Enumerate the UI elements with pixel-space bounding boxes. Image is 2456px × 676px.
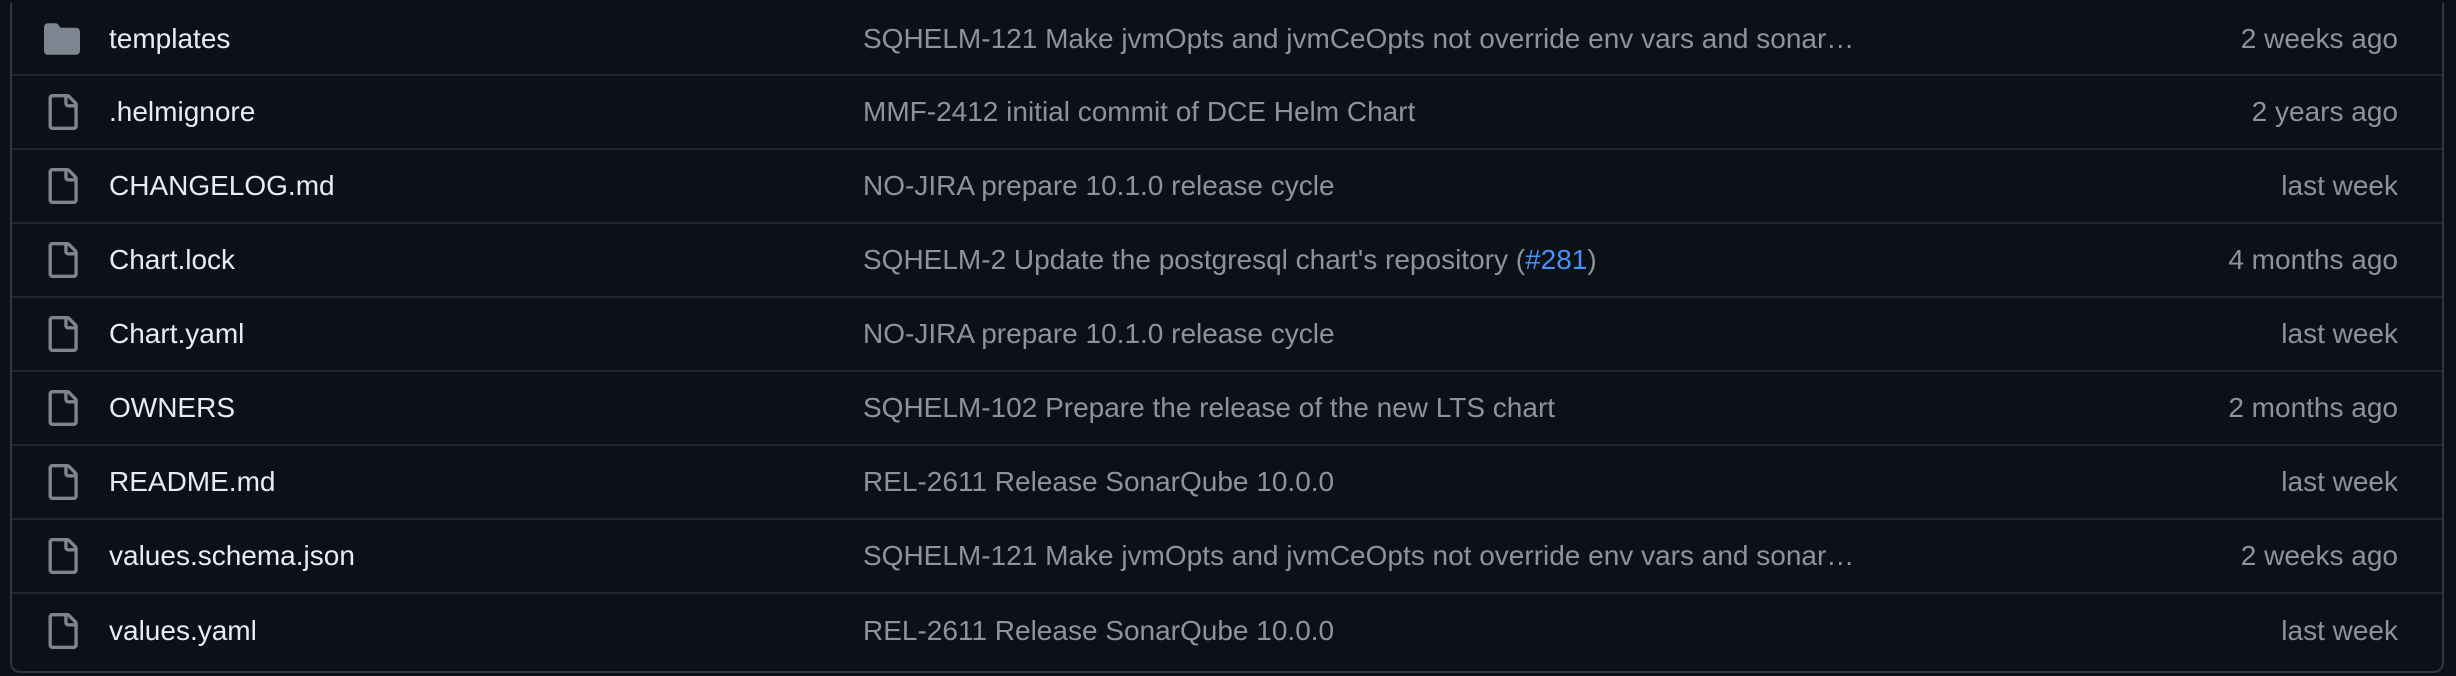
file-list: templates SQHELM-121 Make jvmOpts and jv… <box>10 3 2444 673</box>
file-row-changelog[interactable]: CHANGELOG.md NO-JIRA prepare 10.1.0 rele… <box>12 150 2442 224</box>
commit-age: last week <box>2281 318 2398 349</box>
file-row-chart-lock[interactable]: Chart.lock SQHELM-2 Update the postgresq… <box>12 224 2442 298</box>
file-row-helmignore[interactable]: .helmignore MMF-2412 initial commit of D… <box>12 76 2442 150</box>
commit-age: 4 months ago <box>2228 244 2398 275</box>
commit-message[interactable]: SQHELM-102 Prepare the release of the ne… <box>863 392 1555 424</box>
file-icon <box>48 242 78 278</box>
commit-message[interactable]: MMF-2412 initial commit of DCE Helm Char… <box>863 96 1415 128</box>
file-name[interactable]: CHANGELOG.md <box>109 170 335 202</box>
file-name[interactable]: values.yaml <box>109 615 257 647</box>
folder-icon <box>44 22 80 55</box>
commit-age: last week <box>2281 615 2398 646</box>
file-name[interactable]: Chart.lock <box>109 244 235 276</box>
file-row-templates[interactable]: templates SQHELM-121 Make jvmOpts and jv… <box>12 3 2442 76</box>
commit-age: last week <box>2281 170 2398 201</box>
file-name[interactable]: templates <box>109 23 230 55</box>
file-icon <box>48 94 78 130</box>
commit-message-text: SQHELM-2 Update the postgresql chart's r… <box>863 244 1526 275</box>
commit-age: 2 years ago <box>2251 96 2398 127</box>
file-row-values-yaml[interactable]: values.yaml REL-2611 Release SonarQube 1… <box>12 594 2442 668</box>
file-row-readme[interactable]: README.md REL-2611 Release SonarQube 10.… <box>12 446 2442 520</box>
file-icon <box>48 316 78 352</box>
commit-message[interactable]: SQHELM-121 Make jvmOpts and jvmCeOpts no… <box>863 23 1854 55</box>
file-name[interactable]: Chart.yaml <box>109 318 244 350</box>
commit-message-text: ) <box>1587 244 1597 275</box>
file-name[interactable]: README.md <box>109 466 275 498</box>
file-icon <box>48 390 78 426</box>
file-name[interactable]: .helmignore <box>109 96 255 128</box>
file-row-owners[interactable]: OWNERS SQHELM-102 Prepare the release of… <box>12 372 2442 446</box>
commit-age: 2 weeks ago <box>2240 22 2398 54</box>
pull-request-link[interactable]: #281 <box>1525 244 1587 275</box>
commit-message[interactable]: NO-JIRA prepare 10.1.0 release cycle <box>863 170 1335 202</box>
file-icon <box>48 168 78 204</box>
file-icon <box>48 464 78 500</box>
commit-message[interactable]: SQHELM-2 Update the postgresql chart's r… <box>863 244 1597 276</box>
commit-age: last week <box>2281 466 2398 497</box>
file-row-values-schema[interactable]: values.schema.json SQHELM-121 Make jvmOp… <box>12 520 2442 594</box>
file-icon <box>48 613 78 649</box>
commit-age: 2 weeks ago <box>2240 540 2398 571</box>
file-name[interactable]: values.schema.json <box>109 540 355 572</box>
commit-age: 2 months ago <box>2228 392 2398 423</box>
file-icon <box>48 538 78 574</box>
file-row-chart-yaml[interactable]: Chart.yaml NO-JIRA prepare 10.1.0 releas… <box>12 298 2442 372</box>
commit-message[interactable]: REL-2611 Release SonarQube 10.0.0 <box>863 615 1334 647</box>
commit-message[interactable]: NO-JIRA prepare 10.1.0 release cycle <box>863 318 1335 350</box>
commit-message[interactable]: SQHELM-121 Make jvmOpts and jvmCeOpts no… <box>863 540 1854 572</box>
commit-message[interactable]: REL-2611 Release SonarQube 10.0.0 <box>863 466 1334 498</box>
file-name[interactable]: OWNERS <box>109 392 235 424</box>
